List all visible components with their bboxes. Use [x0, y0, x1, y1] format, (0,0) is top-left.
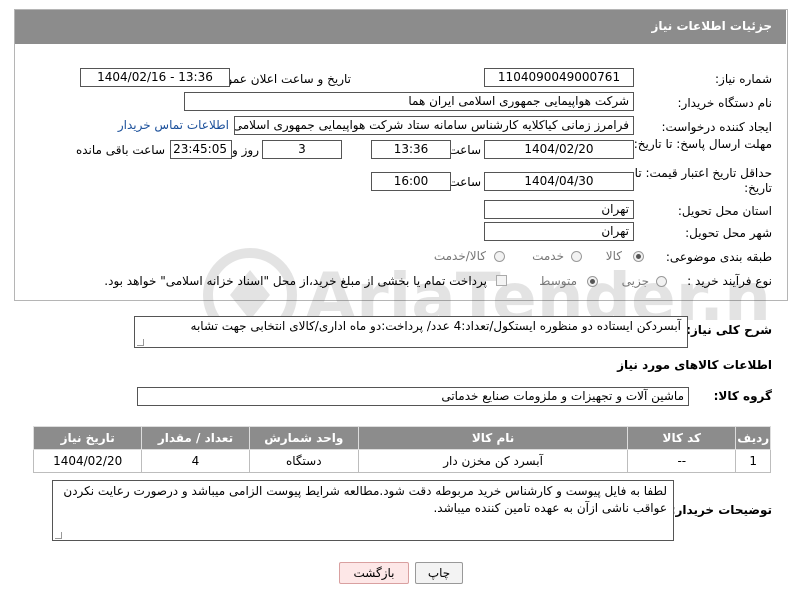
items-table: ردیف کد کالا نام کالا واحد شمارش تعداد /… — [32, 426, 771, 473]
deadline-time-label: ساعت — [448, 143, 481, 157]
process-option-minor: جزیی — [621, 274, 649, 288]
panel-title: جزئیات اطلاعات نیاز — [651, 19, 772, 33]
print-button[interactable]: چاپ — [415, 562, 463, 584]
days-label: روز و — [232, 143, 259, 157]
goods-group-field: ماشین آلات و تجهیزات و ملزومات صنایع خدم… — [137, 387, 689, 406]
days-field: 3 — [262, 140, 342, 159]
panel-header: جزئیات اطلاعات نیاز — [15, 10, 786, 44]
buyer-notes-field: لطفا به فایل پیوست و کارشناس خرید مربوطه… — [52, 480, 674, 541]
description-label: شرح کلی نیاز: — [686, 323, 772, 337]
creator-label: ایجاد کننده درخواست: — [661, 120, 772, 134]
buyer-org-field: شرکت هواپیمایی جمهوری اسلامی ایران هما — [184, 92, 634, 111]
category-radio-service[interactable] — [571, 251, 582, 262]
city-label: شهر محل تحویل: — [685, 226, 772, 240]
category-option-goods: کالا — [605, 249, 622, 263]
process-radio-minor[interactable] — [656, 276, 667, 287]
category-label: طبقه بندی موضوعی: — [665, 250, 772, 264]
cell-row-no: 1 — [735, 449, 771, 473]
contact-info-link[interactable]: اطلاعات تماس خریدار — [118, 118, 229, 132]
back-button[interactable]: بازگشت — [339, 562, 409, 584]
buyer-notes-label: توضیحات خریدار: — [670, 503, 772, 517]
price-validity-date-field: 1404/04/30 — [484, 172, 634, 191]
province-label: استان محل تحویل: — [677, 204, 772, 218]
cell-item-code: -- — [627, 449, 737, 473]
buyer-org-label: نام دستگاه خریدار: — [677, 96, 773, 110]
city-field: تهران — [484, 222, 634, 241]
announce-field: 1404/02/16 - 13:36 — [80, 68, 230, 87]
price-validity-time-field: 16:00 — [371, 172, 451, 191]
col-header-quantity: تعداد / مقدار — [141, 426, 250, 450]
province-field: تهران — [484, 200, 634, 219]
col-header-unit: واحد شمارش — [248, 426, 359, 450]
col-header-item-name: نام کالا — [357, 426, 629, 450]
deadline-label: مهلت ارسال پاسخ: تا تاریخ: — [633, 137, 772, 151]
remaining-label: ساعت باقی مانده — [75, 143, 165, 157]
deadline-time-field: 13:36 — [371, 140, 451, 159]
price-validity-label: حداقل تاریخ اعتبار قیمت: تا تاریخ: — [634, 166, 772, 195]
description-field: آبسردکن ایستاده دو منظوره ایستکول/تعداد:… — [134, 316, 688, 348]
cell-unit: دستگاه — [248, 449, 359, 473]
price-validity-time-label: ساعت — [448, 175, 481, 189]
category-option-goods-service: کالا/خدمت — [433, 249, 486, 263]
goods-group-label: گروه کالا: — [713, 389, 772, 403]
process-label: نوع فرآیند خرید : — [687, 274, 772, 288]
need-number-field: 1104090049000761 — [484, 68, 634, 87]
category-radio-goods-service[interactable] — [494, 251, 505, 262]
category-option-service: خدمت — [532, 249, 564, 263]
treasury-payment-text: پرداخت تمام یا بخشی از مبلغ خرید،از محل … — [104, 274, 487, 288]
treasury-payment-checkbox[interactable] — [496, 275, 507, 286]
deadline-date-field: 1404/02/20 — [484, 140, 634, 159]
category-radio-goods[interactable] — [633, 251, 644, 262]
goods-section-title: اطلاعات کالاهای مورد نیاز — [617, 358, 772, 372]
table-header-row: ردیف کد کالا نام کالا واحد شمارش تعداد /… — [32, 426, 771, 450]
description-resize-handle[interactable] — [137, 339, 144, 346]
remaining-time-field: 23:45:05 — [170, 140, 232, 159]
col-header-need-date: تاریخ نیاز — [32, 426, 143, 450]
process-option-medium: متوسط — [539, 274, 577, 288]
process-radio-medium[interactable] — [587, 276, 598, 287]
creator-field: فرامرز زمانی کیاکلایه کارشناس سامانه ستا… — [234, 116, 634, 135]
cell-item-name: آبسرد کن مخزن دار — [357, 449, 629, 473]
need-number-label: شماره نیاز: — [715, 72, 772, 86]
buyer-notes-resize-handle[interactable] — [55, 532, 62, 539]
col-header-row-no: ردیف — [735, 426, 771, 450]
table-row: 1 -- آبسرد کن مخزن دار دستگاه 4 1404/02/… — [32, 449, 771, 473]
col-header-item-code: کد کالا — [627, 426, 737, 450]
cell-need-date: 1404/02/20 — [32, 449, 143, 473]
cell-quantity: 4 — [141, 449, 250, 473]
